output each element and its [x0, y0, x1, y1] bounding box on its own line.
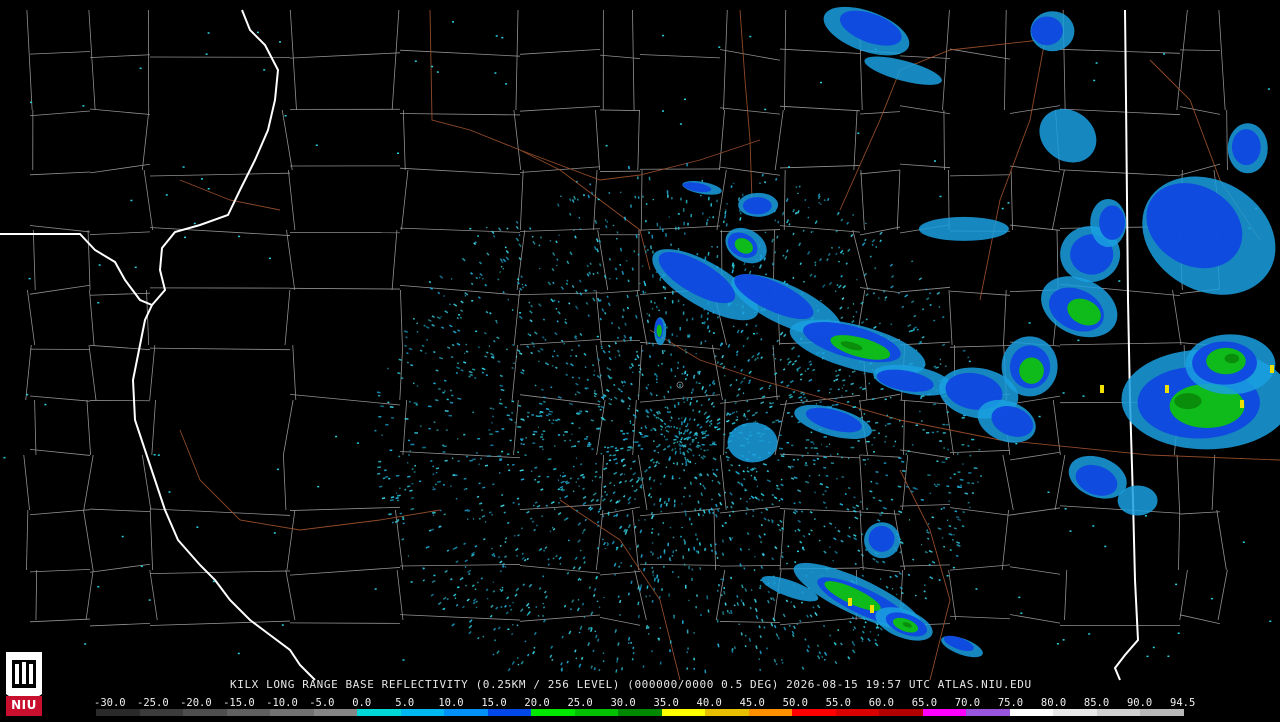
niu-logo: NIU	[2, 646, 46, 718]
legend-labels: -30.0 -25.0 -20.0 -15.0 -10.0 -5.0 0.0 5.0 10.0 1…	[94, 697, 1194, 709]
legend-swatch	[575, 709, 619, 716]
legend-label: 20.0	[524, 697, 549, 709]
legend-label: 10.0	[438, 697, 463, 709]
legend-label: -15.0	[223, 697, 255, 709]
legend-swatch	[879, 709, 923, 716]
legend-swatch	[966, 709, 1010, 716]
legend-label: 40.0	[697, 697, 722, 709]
legend-swatch	[923, 709, 967, 716]
legend-color-bar	[96, 709, 1184, 716]
legend-label: 94.5	[1170, 697, 1195, 709]
legend-label: 5.0	[395, 697, 414, 709]
legend-label: 0.0	[352, 697, 371, 709]
legend-swatch	[1097, 709, 1141, 716]
legend-label: 25.0	[567, 697, 592, 709]
legend-label: -30.0	[94, 697, 126, 709]
map-background	[0, 0, 1280, 720]
legend-label: -25.0	[137, 697, 169, 709]
legend-swatch	[705, 709, 749, 716]
legend-swatch	[1053, 709, 1097, 716]
legend-swatch	[444, 709, 488, 716]
legend-label: 55.0	[826, 697, 851, 709]
legend-swatch	[749, 709, 793, 716]
product-caption: KILX LONG RANGE BASE REFLECTIVITY (0.25K…	[230, 678, 1032, 691]
legend-label: 15.0	[481, 697, 506, 709]
legend-label: -5.0	[309, 697, 334, 709]
legend-label: 30.0	[610, 697, 635, 709]
legend-label: -10.0	[266, 697, 298, 709]
legend-label: 50.0	[783, 697, 808, 709]
legend-swatch	[96, 709, 140, 716]
legend-swatch	[357, 709, 401, 716]
legend-label: 80.0	[1041, 697, 1066, 709]
legend-swatch	[183, 709, 227, 716]
legend-label: 45.0	[740, 697, 765, 709]
legend-label: 85.0	[1084, 697, 1109, 709]
legend-swatch	[662, 709, 706, 716]
radar-map	[0, 0, 1280, 720]
legend-swatch	[618, 709, 662, 716]
legend-swatch	[1010, 709, 1054, 716]
legend-label: -20.0	[180, 697, 212, 709]
legend-swatch	[270, 709, 314, 716]
logo-text: NIU	[2, 698, 46, 712]
legend-swatch	[314, 709, 358, 716]
legend-swatch	[488, 709, 532, 716]
legend-swatch	[531, 709, 575, 716]
legend-swatch	[227, 709, 271, 716]
legend-label: 35.0	[654, 697, 679, 709]
legend-label: 75.0	[998, 697, 1023, 709]
legend-swatch	[401, 709, 445, 716]
legend-label: 70.0	[955, 697, 980, 709]
legend-swatch	[140, 709, 184, 716]
legend-swatch	[1140, 709, 1184, 716]
legend-label: 60.0	[869, 697, 894, 709]
legend-swatch	[792, 709, 836, 716]
legend-swatch	[836, 709, 880, 716]
legend-label: 65.0	[912, 697, 937, 709]
legend-label: 90.0	[1127, 697, 1152, 709]
